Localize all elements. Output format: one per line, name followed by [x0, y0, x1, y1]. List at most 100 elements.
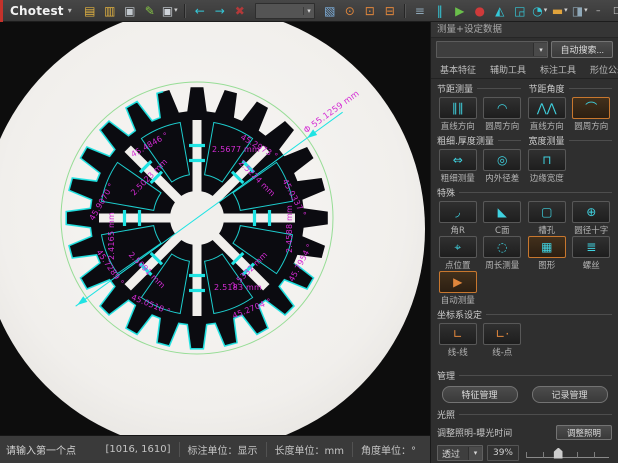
tool-screw-thread[interactable]: ≣螺丝 [571, 236, 613, 270]
tool-thickness-measure[interactable]: ⇔粗细测量 [437, 149, 479, 183]
save-icon[interactable]: ▣ [120, 2, 140, 20]
open-project-icon[interactable]: ▥ [100, 2, 120, 20]
thickness-measure-icon: ⇔ [439, 149, 477, 171]
run-icon[interactable]: ▶ [450, 2, 470, 20]
tool-label: 直线方向 [530, 120, 564, 131]
management-section: 管理 特征管理 记录管理 [431, 368, 618, 405]
measurement-label-width-w: 2.4165 mm [107, 212, 116, 260]
tool-pitch-linear[interactable]: ∥∥直线方向 [437, 97, 479, 131]
tool-label: 直线方向 [441, 120, 475, 131]
combo-caret-icon[interactable]: ▾ [533, 43, 547, 56]
edge-width-icon: ⊓ [528, 149, 566, 171]
save-as-icon[interactable]: ▣▾ [160, 2, 180, 20]
tool-pitch-angle-circular[interactable]: ⌒圆周方向 [571, 97, 613, 131]
tool-c-face[interactable]: ◣C面 [482, 201, 524, 235]
tool-label: 圆周方向 [574, 120, 608, 131]
list-panel-icon[interactable]: ≡ [410, 2, 430, 20]
measure-tool-icon[interactable]: ◭ [490, 2, 510, 20]
slot-measure-mark [189, 144, 205, 147]
feature-combobox[interactable]: ▾ [436, 41, 548, 58]
pitch-angle-linear-icon: ⋀⋀ [528, 97, 566, 119]
crop-region-icon[interactable]: ⊡ [360, 2, 380, 20]
camera-viewport[interactable]: Φ 55.1259 mm2.5677 mm2.5224 mm2.4588 mm2… [0, 22, 430, 435]
auto-search-button[interactable]: 自动搜索... [551, 41, 613, 58]
dropdown-caret-icon[interactable]: ▾ [544, 7, 548, 14]
tool-label: 圆径十字 [574, 224, 608, 235]
slot-measure-mark [138, 210, 141, 226]
new-project-icon[interactable]: ▤ [80, 2, 100, 20]
tab-basic-features[interactable]: 基本特征 [433, 60, 483, 78]
section-header-label: 节距角度 [529, 82, 565, 95]
tool-label: 图形 [538, 259, 555, 270]
delete-icon[interactable]: ✖ [230, 2, 250, 20]
tool-label: 内外径差 [485, 172, 519, 183]
stage-canvas[interactable]: Φ 55.1259 mm2.5677 mm2.5224 mm2.4588 mm2… [0, 22, 430, 435]
tool-graphics[interactable]: ▦图形 [526, 236, 568, 270]
tool-pitch-angle-linear[interactable]: ⋀⋀直线方向 [526, 97, 568, 131]
tool-section: 粗细.厚度测量宽度测量⇔粗细测量◎内外径差⊓边缘宽度 [431, 133, 618, 183]
auto-measure-icon: ▶ [439, 271, 477, 293]
toolbar-combobox[interactable]: ▾ [255, 3, 315, 19]
minimize-button[interactable]: – [590, 3, 607, 19]
record-management-button[interactable]: 记录管理 [532, 386, 608, 403]
app-menu-button[interactable]: Chotest ▾ [0, 0, 80, 21]
combo-caret-icon[interactable]: ▾ [468, 447, 482, 460]
maximize-button[interactable]: □ [609, 3, 618, 19]
tool-point-position[interactable]: ⌖点位置 [437, 236, 479, 270]
columns-icon[interactable]: ‖ [430, 2, 450, 20]
tool-label: 线-点 [492, 346, 512, 357]
find-image-icon[interactable]: ▧ [320, 2, 340, 20]
adjust-light-button[interactable]: 调整照明 [556, 425, 612, 440]
zoom-icon[interactable]: ⊙ [340, 2, 360, 20]
section-header: 管理 [437, 369, 612, 382]
tool-circle-cross[interactable]: ⊕圆径十字 [571, 201, 613, 235]
combo-caret-icon[interactable]: ▾ [303, 7, 314, 15]
tool-coord-line-line[interactable]: ∟线-线 [437, 323, 479, 357]
bore-spline-tooth [220, 214, 232, 221]
monitor-icon[interactable]: ⊟ [380, 2, 400, 20]
panel-tabs: 基本特征辅助工具标注工具形位公差应用工具 [431, 61, 618, 79]
slider-handle[interactable] [554, 448, 563, 459]
tool-label: 边缘宽度 [530, 172, 564, 183]
dropdown-caret-icon[interactable]: ▾ [584, 7, 588, 14]
tab-auxiliary-tools[interactable]: 辅助工具 [483, 60, 533, 78]
tool-perimeter-measure[interactable]: ◌周长测量 [482, 236, 524, 270]
header-rule [459, 192, 612, 193]
pitch-angle-circular-icon: ⌒ [572, 97, 610, 119]
section-header-label: 特殊 [437, 186, 455, 199]
light-mode-select[interactable]: 透过 ▾ [437, 445, 483, 461]
light-tool-icon[interactable]: ▬▾ [550, 2, 570, 20]
radial-slot [193, 120, 202, 194]
tool-pitch-circular[interactable]: ◠圆周方向 [482, 97, 524, 131]
cursor-coordinates: [1016, 1610] [97, 444, 178, 455]
light-intensity-slider[interactable] [526, 446, 609, 461]
tool-coord-line-point[interactable]: ∟·线-点 [482, 323, 524, 357]
record-icon[interactable]: ● [470, 2, 490, 20]
tool-label: 角R [451, 224, 465, 235]
export-view-icon[interactable]: ◲ [510, 2, 530, 20]
feature-management-button[interactable]: 特征管理 [442, 386, 518, 403]
image-tool-icon[interactable]: ◨▾ [570, 2, 590, 20]
tool-auto-measure[interactable]: ▶自动测量 [437, 271, 479, 305]
tool-label: 粗细测量 [441, 172, 475, 183]
tab-annotation-tools[interactable]: 标注工具 [533, 60, 583, 78]
dropdown-caret-icon[interactable]: ▾ [174, 7, 178, 14]
circle-tool-icon[interactable]: ◔▾ [530, 2, 550, 20]
back-arrow-icon[interactable]: ← [190, 2, 210, 20]
tool-label: 自动测量 [441, 294, 475, 305]
tab-form-tolerance[interactable]: 形位公差 [583, 60, 618, 78]
tool-inner-outer-diameter[interactable]: ◎内外径差 [482, 149, 524, 183]
toolbar-separator [184, 4, 186, 18]
tool-section: 节距测量节距角度∥∥直线方向◠圆周方向⋀⋀直线方向⌒圆周方向 [431, 81, 618, 131]
tool-section: 坐标系设定∟线-线∟·线-点 [431, 307, 618, 357]
dropdown-caret-icon[interactable]: ▾ [564, 7, 568, 14]
edit-report-icon[interactable]: ✎ [140, 2, 160, 20]
forward-arrow-icon[interactable]: → [210, 2, 230, 20]
circle-cross-icon: ⊕ [572, 201, 610, 223]
tool-corner-r[interactable]: ◞角R [437, 201, 479, 235]
tool-edge-width[interactable]: ⊓边缘宽度 [526, 149, 568, 183]
tool-slot-hole[interactable]: ▢槽孔 [526, 201, 568, 235]
window-controls: –□× [590, 3, 618, 19]
tool-label: 点位置 [445, 259, 471, 270]
header-rule [569, 88, 612, 89]
